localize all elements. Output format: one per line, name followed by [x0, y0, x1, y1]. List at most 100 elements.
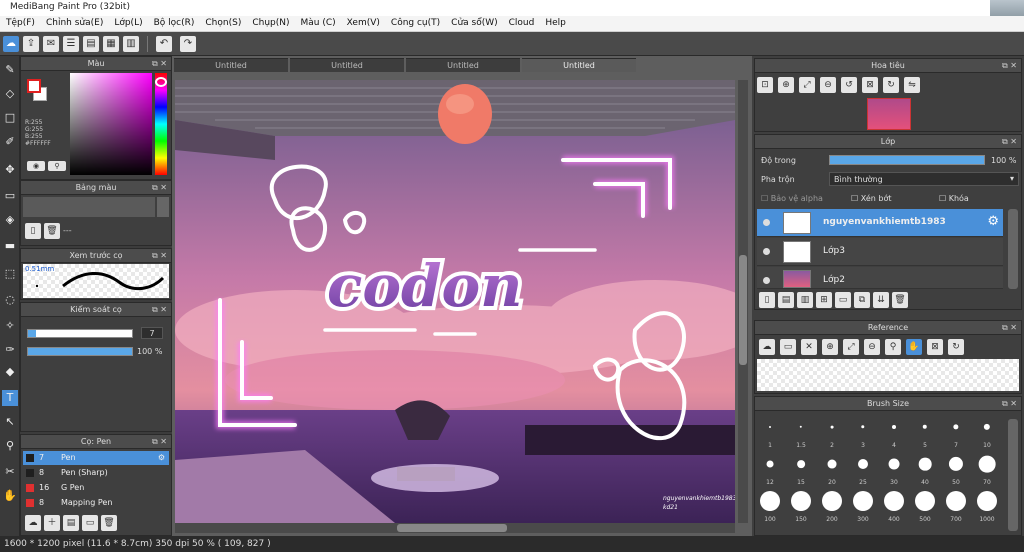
brush-size-option[interactable]: 10: [976, 415, 998, 449]
zoom-out-icon[interactable]: ⊖: [820, 77, 836, 93]
foreground-color-swatch[interactable]: [27, 79, 41, 93]
fill-tool-icon[interactable]: ▭: [2, 188, 18, 204]
brush-size-option[interactable]: 700: [945, 489, 967, 523]
brush-item[interactable]: 8 Mapping Pen: [23, 496, 169, 510]
brush-tool-icon[interactable]: ✎: [2, 62, 18, 78]
lasso-tool-icon[interactable]: ◌: [2, 292, 18, 308]
duplicate-layer-icon[interactable]: ⧉: [854, 292, 870, 308]
panel-popout-icon[interactable]: ⧉ ✕: [1002, 397, 1017, 411]
select-pen-tool-icon[interactable]: ✑: [2, 342, 18, 358]
rectangle-tool-icon[interactable]: □: [2, 110, 18, 126]
folder-icon[interactable]: ▭: [82, 515, 98, 531]
brush-size-option[interactable]: 150: [790, 489, 812, 523]
panel-popout-icon[interactable]: ⧉ ✕: [152, 181, 167, 195]
clipping-checkbox[interactable]: ☐ Xén bớt: [851, 194, 891, 203]
menu-filter[interactable]: Bộ lọc(R): [148, 16, 200, 28]
magic-wand-tool-icon[interactable]: ✧: [2, 318, 18, 334]
drawing-canvas[interactable]: codon nguyenvankhiemtb1983 kd21: [175, 80, 735, 523]
menu-view[interactable]: Xem(V): [341, 16, 385, 28]
canvas-horizontal-scrollbar[interactable]: [175, 523, 735, 533]
new-palette-icon[interactable]: ▯: [25, 223, 41, 239]
navigator-thumbnail[interactable]: [867, 98, 911, 130]
cloud-brush-icon[interactable]: ☁: [25, 515, 41, 531]
menu-tools[interactable]: Công cụ(T): [385, 16, 445, 28]
rotate-right-icon[interactable]: ↻: [883, 77, 899, 93]
divide-tool-icon[interactable]: ✂: [2, 464, 18, 480]
brush-size-option[interactable]: 300: [852, 489, 874, 523]
tab-untitled-2[interactable]: Untitled: [290, 58, 404, 72]
brush-size-option[interactable]: 2: [821, 415, 843, 449]
zoom-out-icon[interactable]: ⊖: [864, 339, 880, 355]
delete-layer-icon[interactable]: 🗑: [892, 292, 908, 308]
brush-item[interactable]: 16 G Pen: [23, 481, 169, 495]
move-tool-icon[interactable]: ✥: [2, 162, 18, 178]
panel-popout-icon[interactable]: ⧉ ✕: [152, 435, 167, 449]
brush-opacity-slider[interactable]: [27, 347, 133, 356]
palette-scrollbar[interactable]: [157, 197, 169, 217]
brush-size-option[interactable]: 1000: [976, 489, 998, 523]
zoom-fit-icon[interactable]: ⊡: [757, 77, 773, 93]
layer-list-scrollbar[interactable]: [1008, 209, 1018, 289]
new-8bit-layer-icon[interactable]: ▥: [797, 292, 813, 308]
export-icon[interactable]: ⇪: [23, 36, 39, 52]
brush-size-option[interactable]: 40: [914, 452, 936, 486]
text-tool-icon[interactable]: T: [2, 390, 18, 406]
comment-icon[interactable]: ✉: [43, 36, 59, 52]
brush-size-scrollbar[interactable]: [1008, 419, 1018, 531]
eyedropper-tool-icon[interactable]: ⚲: [2, 438, 18, 454]
eraser-tool-icon[interactable]: ◇: [2, 86, 18, 102]
blend-mode-select[interactable]: Bình thường ▾: [829, 172, 1019, 186]
brush-size-option[interactable]: 1.5: [790, 415, 812, 449]
operation-tool-icon[interactable]: ↖: [2, 414, 18, 430]
lock-checkbox[interactable]: ☐ Khóa: [939, 194, 969, 203]
brush-size-option[interactable]: 1: [759, 415, 781, 449]
brush-size-slider[interactable]: [27, 329, 133, 338]
brush-size-option[interactable]: 30: [883, 452, 905, 486]
cloud-icon[interactable]: ☁: [3, 36, 19, 52]
select-tool-icon[interactable]: ⬚: [2, 266, 18, 282]
layout-icon[interactable]: ▥: [123, 36, 139, 52]
cloud-icon[interactable]: ☁: [759, 339, 775, 355]
new-halftone-layer-icon[interactable]: ▤: [778, 292, 794, 308]
reference-image-area[interactable]: [757, 359, 1019, 391]
hue-slider[interactable]: [155, 73, 167, 175]
redo-icon[interactable]: ↷: [180, 36, 196, 52]
panel-popout-icon[interactable]: ⧉ ✕: [152, 249, 167, 263]
new-layer-icon[interactable]: ▯: [759, 292, 775, 308]
chat-icon[interactable]: ☰: [63, 36, 79, 52]
brush-size-option[interactable]: 25: [852, 452, 874, 486]
merge-layer-icon[interactable]: ⇊: [873, 292, 889, 308]
open-folder-icon[interactable]: ▭: [780, 339, 796, 355]
panel-popout-icon[interactable]: ⧉ ✕: [152, 57, 167, 71]
hue-slider-handle[interactable]: [155, 77, 167, 87]
zoom-in-icon[interactable]: ⊕: [778, 77, 794, 93]
zoom-in-icon[interactable]: ⊕: [822, 339, 838, 355]
brush-item[interactable]: 8 Pen (Sharp): [23, 466, 169, 480]
menu-help[interactable]: Help: [539, 16, 571, 28]
brush-item[interactable]: 7 Pen ⚙: [23, 451, 169, 465]
gear-icon[interactable]: ⚙: [987, 214, 999, 229]
hand-icon[interactable]: ✋: [906, 339, 922, 355]
color-eye-icon[interactable]: ◉: [27, 161, 45, 171]
panel-popout-icon[interactable]: ⧉ ✕: [1002, 59, 1017, 73]
delete-brush-icon[interactable]: 🗑: [101, 515, 117, 531]
brush-size-option[interactable]: 12: [759, 452, 781, 486]
color-picker-icon[interactable]: ⚲: [48, 161, 66, 171]
layer-opacity-slider[interactable]: [829, 155, 985, 165]
rotate-icon[interactable]: ↻: [948, 339, 964, 355]
add-layer-dropdown-icon[interactable]: ⊞: [816, 292, 832, 308]
fit-window-icon[interactable]: ⤢: [843, 339, 859, 355]
brush-size-option[interactable]: 15: [790, 452, 812, 486]
panel-popout-icon[interactable]: ⧉ ✕: [1002, 321, 1017, 335]
brush-size-option[interactable]: 7: [945, 415, 967, 449]
delete-palette-icon[interactable]: 🗑: [44, 223, 60, 239]
brush-size-option[interactable]: 4: [883, 415, 905, 449]
brush-settings-icon[interactable]: ▤: [63, 515, 79, 531]
layer-visibility-icon[interactable]: [763, 277, 770, 284]
panel-popout-icon[interactable]: ⧉ ✕: [152, 303, 167, 317]
tab-untitled-4[interactable]: Untitled: [522, 58, 636, 72]
gradient-tool-icon[interactable]: ▬: [2, 238, 18, 254]
tab-untitled-3[interactable]: Untitled: [406, 58, 520, 72]
tab-untitled-1[interactable]: Untitled: [174, 58, 288, 72]
rotate-left-icon[interactable]: ↺: [841, 77, 857, 93]
